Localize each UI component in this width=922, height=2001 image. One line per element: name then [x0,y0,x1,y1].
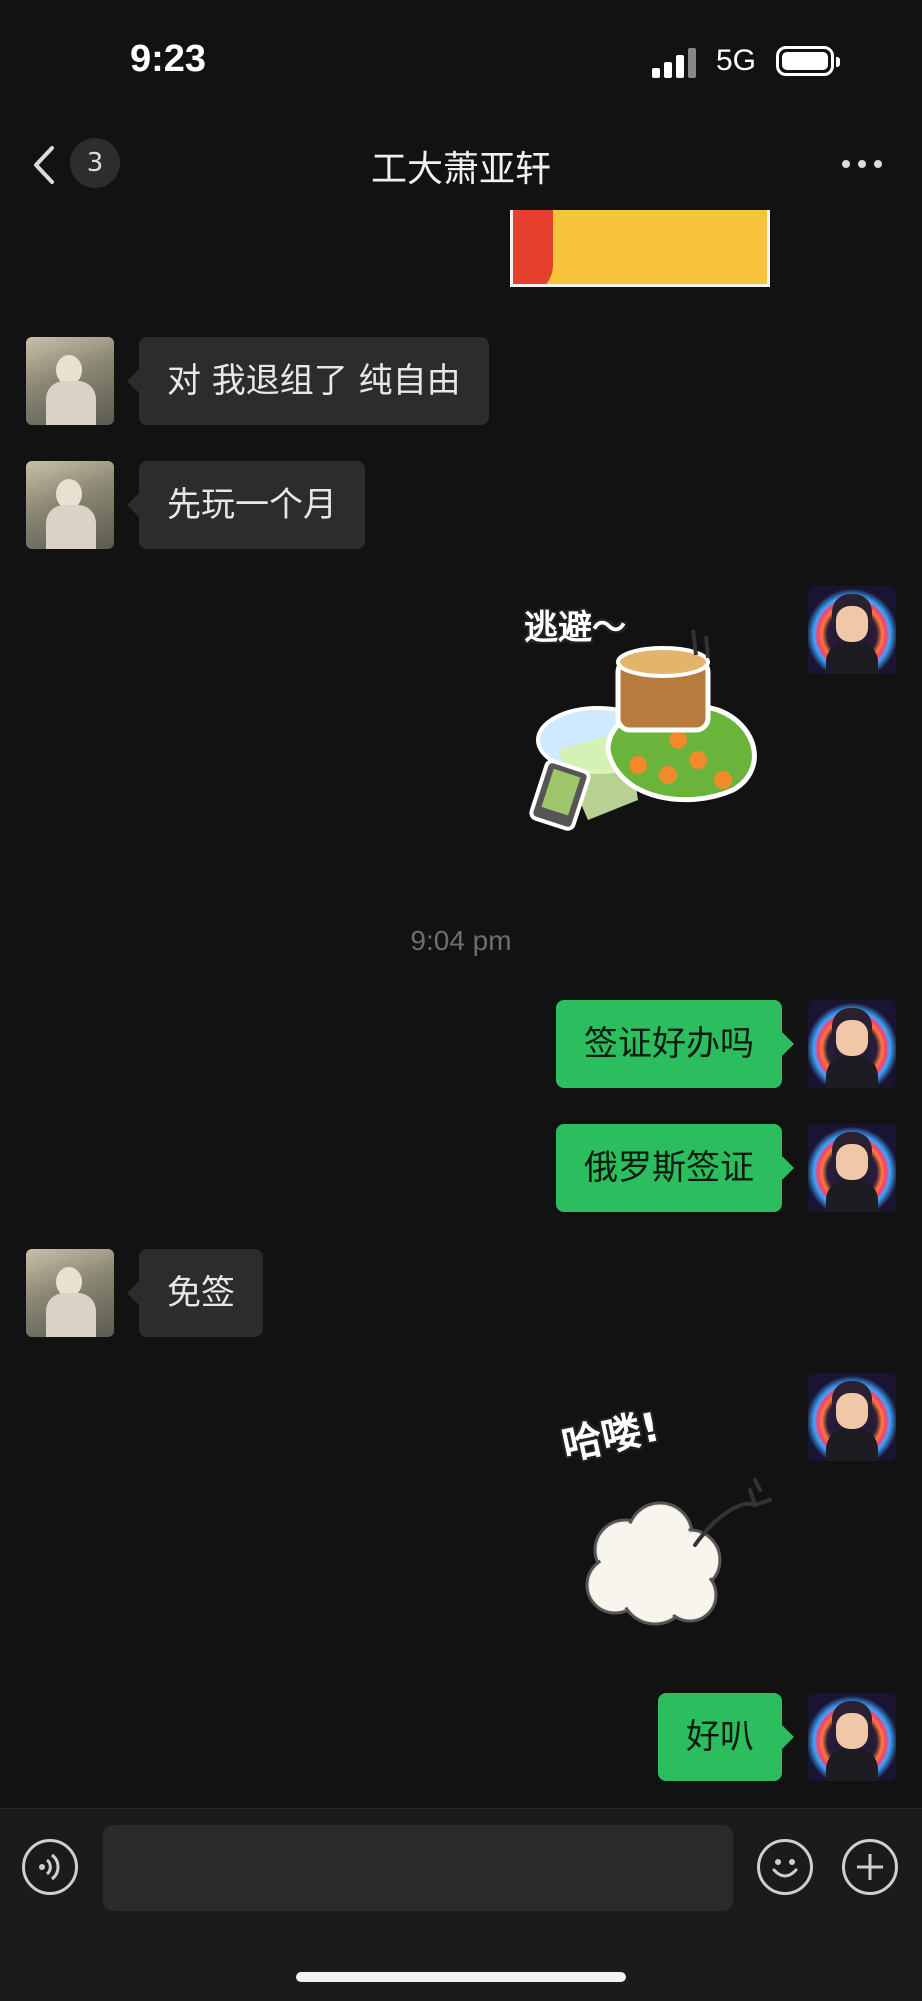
my-avatar[interactable] [808,1693,896,1781]
plus-icon [857,1854,883,1880]
message-bubble-sent[interactable]: 签证好办吗 [556,1000,794,1088]
sticker-message[interactable]: 逃避～ [518,600,768,850]
home-indicator[interactable] [296,1972,626,1982]
network-type: 5G [716,44,757,77]
emoji-button[interactable] [757,1839,813,1895]
more-button[interactable] [832,142,892,186]
emoji-icon [772,1859,798,1878]
my-avatar[interactable] [808,586,896,674]
chat-title: 工大萧亚轩 [370,149,551,190]
message-timestamp: 9:04 pm [410,925,512,956]
message-bubble-received[interactable]: 先玩一个月 [127,461,365,549]
status-bar: 9:23 5G [0,0,922,120]
message-input[interactable] [103,1825,733,1911]
contact-avatar[interactable] [26,461,114,549]
contact-avatar[interactable] [26,337,114,425]
chat-header: 3 工大萧亚轩 [0,120,922,210]
my-avatar[interactable] [808,1124,896,1212]
battery-icon [776,46,840,76]
my-avatar[interactable] [808,1000,896,1088]
sticker-message[interactable]: 哈喽! [555,1390,775,1630]
message-bubble-sent[interactable]: 好叭 [658,1693,794,1781]
message-bubble-received[interactable]: 免签 [127,1249,263,1337]
my-avatar[interactable] [808,1373,896,1461]
more-dots-icon [842,160,850,168]
voice-icon [39,1853,60,1881]
sticker-image [585,1478,772,1626]
image-message[interactable] [510,205,770,287]
contact-avatar[interactable] [26,1249,114,1337]
message-bubble-received[interactable]: 对 我退组了 纯自由 [127,337,489,425]
signal-icon [652,48,698,78]
message-bubble-sent[interactable]: 俄罗斯签证 [556,1124,794,1212]
plus-button[interactable] [842,1839,898,1895]
voice-button[interactable] [22,1839,78,1895]
status-time: 9:23 [130,38,207,80]
sticker-image [529,629,757,831]
